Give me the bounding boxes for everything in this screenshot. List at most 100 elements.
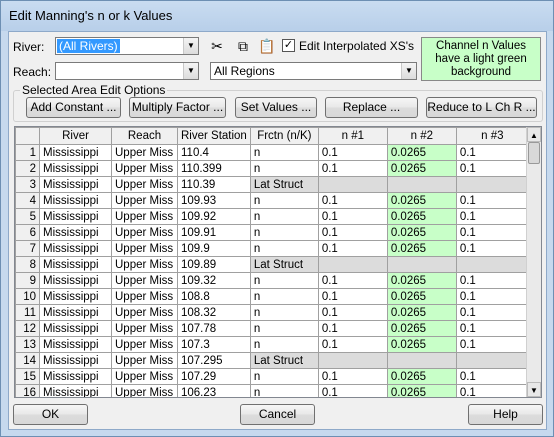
regions-dropdown[interactable]: All Regions ▼ [210,62,417,80]
table-cell[interactable]: Mississippi [39,272,112,289]
table-row[interactable]: 11 Mississippi Upper Miss 108.32 n 0.1 0.0265 0… [15,304,529,321]
table-cell[interactable]: n [249,320,319,337]
table-cell[interactable] [386,176,457,193]
table-cell[interactable]: Lat Struct [249,256,319,273]
table-cell[interactable] [317,352,388,369]
table-row[interactable]: 6 Mississippi Upper Miss 109.91 n 0.1 0.0265 0.… [15,224,529,241]
table-cell[interactable]: 107.3 [177,336,251,353]
table-row[interactable]: 12 Mississippi Upper Miss 107.78 n 0.1 0.0265 0… [15,320,529,337]
table-row[interactable]: 9 Mississippi Upper Miss 109.32 n 0.1 0.0265 0.… [15,272,529,289]
table-cell[interactable]: 0.0265 [386,272,457,289]
table-row[interactable]: 5 Mississippi Upper Miss 109.92 n 0.1 0.0265 0.… [15,208,529,225]
table-cell[interactable]: Upper Miss [111,176,178,193]
table-cell[interactable] [455,176,529,193]
edit-interpolated-checkbox[interactable]: ✓ [282,39,295,52]
table-cell[interactable]: 0.1 [317,224,388,241]
table-row[interactable]: 4 Mississippi Upper Miss 109.93 n 0.1 0.0265 0.… [15,192,529,209]
table-row[interactable]: 7 Mississippi Upper Miss 109.9 n 0.1 0.0265 0.1 [15,240,529,257]
table-cell[interactable]: Mississippi [39,368,112,385]
table-cell[interactable]: n [249,160,319,177]
table-cell[interactable] [386,256,457,273]
table-cell[interactable]: 0.1 [455,208,529,225]
table-cell[interactable]: Mississippi [39,144,112,161]
table-cell[interactable]: 0.1 [317,144,388,161]
table-cell[interactable]: n [249,192,319,209]
table-cell[interactable]: 109.91 [177,224,251,241]
table-cell[interactable]: Upper Miss [111,320,178,337]
set-values-button[interactable]: Set Values ... [235,97,317,118]
table-row[interactable]: 13 Mississippi Upper Miss 107.3 n 0.1 0.0265 0.… [15,336,529,353]
table-cell[interactable]: 0.1 [455,272,529,289]
table-cell[interactable]: 0.0265 [386,240,457,257]
ok-button[interactable]: OK [13,404,88,425]
column-header[interactable]: River [39,127,112,145]
table-cell[interactable] [317,176,388,193]
table-cell[interactable]: Mississippi [39,256,112,273]
table-cell[interactable]: Upper Miss [111,272,178,289]
table-cell[interactable]: 109.9 [177,240,251,257]
table-cell[interactable]: n [249,304,319,321]
table-cell[interactable]: 0.0265 [386,144,457,161]
table-row[interactable]: 10 Mississippi Upper Miss 108.8 n 0.1 0.0265 0.… [15,288,529,305]
table-cell[interactable]: Upper Miss [111,208,178,225]
table-cell[interactable]: Mississippi [39,352,112,369]
table-cell[interactable]: 0.1 [455,144,529,161]
table-cell[interactable] [455,352,529,369]
table-cell[interactable]: Upper Miss [111,192,178,209]
table-cell[interactable]: Upper Miss [111,160,178,177]
add-constant-button[interactable]: Add Constant ... [26,97,121,118]
table-cell[interactable]: Upper Miss [111,224,178,241]
table-cell[interactable]: 0.1 [455,224,529,241]
table-cell[interactable]: 108.8 [177,288,251,305]
table-cell[interactable]: 0.1 [455,240,529,257]
table-cell[interactable]: n [249,144,319,161]
table-cell[interactable]: Upper Miss [111,368,178,385]
table-cell[interactable]: Mississippi [39,240,112,257]
multiply-factor-button[interactable]: Multiply Factor ... [129,97,226,118]
table-row[interactable]: 3 Mississippi Upper Miss 110.39 Lat Struct [15,176,529,193]
chevron-down-icon[interactable]: ▼ [183,38,198,54]
table-cell[interactable]: n [249,272,319,289]
table-cell[interactable]: Mississippi [39,288,112,305]
column-header[interactable]: River Station [177,127,251,145]
help-button[interactable]: Help [468,404,543,425]
data-grid[interactable]: River Reach River Station Frctn (n/K) n #1 n … [15,127,529,397]
chevron-down-icon[interactable]: ▼ [401,63,416,79]
scroll-thumb[interactable] [528,142,540,164]
table-cell[interactable]: Mississippi [39,320,112,337]
mannings-table[interactable]: River Reach River Station Frctn (n/K) n #1 n … [14,126,542,398]
table-cell[interactable]: 109.93 [177,192,251,209]
table-cell[interactable]: 0.1 [455,304,529,321]
table-cell[interactable]: n [249,368,319,385]
table-cell[interactable]: Lat Struct [249,176,319,193]
table-cell[interactable]: 0.0265 [386,208,457,225]
table-cell[interactable]: 109.92 [177,208,251,225]
table-cell[interactable]: 106.23 [177,384,251,397]
column-header[interactable]: n #3 [455,127,529,145]
table-cell[interactable]: 0.1 [317,368,388,385]
table-cell[interactable]: Lat Struct [249,352,319,369]
table-cell[interactable]: 0.0265 [386,192,457,209]
table-cell[interactable]: 0.1 [317,384,388,397]
table-cell[interactable]: Upper Miss [111,256,178,273]
vertical-scrollbar[interactable]: ▲ ▼ [526,127,541,397]
table-cell[interactable] [386,352,457,369]
column-header[interactable]: n #1 [317,127,388,145]
reduce-to-lchr-button[interactable]: Reduce to L Ch R ... [426,97,537,118]
column-header[interactable]: Frctn (n/K) [249,127,319,145]
table-cell[interactable]: n [249,336,319,353]
table-cell[interactable]: Mississippi [39,208,112,225]
table-cell[interactable]: Upper Miss [111,288,178,305]
table-cell[interactable]: 0.1 [455,288,529,305]
table-cell[interactable]: 0.1 [317,272,388,289]
table-cell[interactable]: Upper Miss [111,144,178,161]
table-cell[interactable]: Mississippi [39,192,112,209]
table-cell[interactable]: 0.0265 [386,224,457,241]
column-header[interactable]: n #2 [386,127,457,145]
table-cell[interactable]: Mississippi [39,160,112,177]
table-cell[interactable]: 0.1 [455,384,529,397]
table-cell[interactable]: Mississippi [39,176,112,193]
table-cell[interactable]: 0.1 [455,336,529,353]
column-header[interactable] [15,127,40,145]
copy-icon[interactable]: ⧉ [233,36,253,56]
